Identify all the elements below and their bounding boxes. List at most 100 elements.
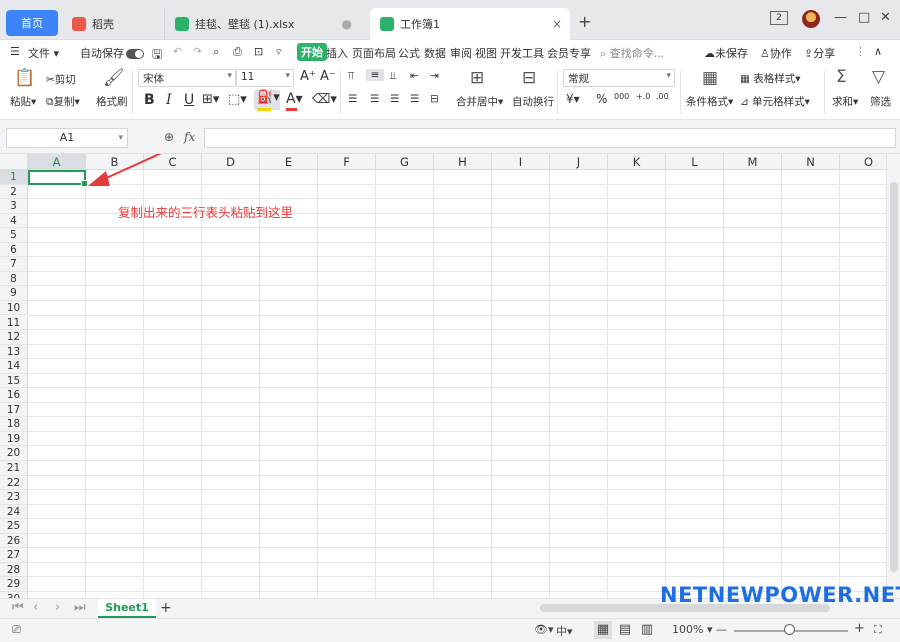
tab-dot-icon[interactable]: ● <box>342 17 352 31</box>
align-left-icon[interactable]: ☰ <box>348 93 357 105</box>
command-search[interactable]: ⌕ 查找命令... <box>600 45 664 61</box>
eraser-icon[interactable]: ⌫▾ <box>312 92 337 107</box>
autosave-toggle[interactable]: 自动保存 <box>80 45 144 61</box>
tab-docer[interactable]: 稻壳 <box>62 8 162 40</box>
paste-button[interactable]: 粘贴▾ <box>10 94 36 109</box>
merge-icon[interactable]: ⊞ <box>470 68 484 88</box>
indent-increase-icon[interactable]: ⇥ <box>430 70 439 82</box>
sum-button[interactable]: 求和▾ <box>832 94 858 109</box>
merge-center-button[interactable]: 合并居中▾ <box>456 94 503 109</box>
font-color-button[interactable]: A▾ <box>286 91 303 107</box>
prev-sheet-icon[interactable]: ‹ <box>33 600 38 615</box>
thousands-button[interactable]: 000 <box>614 92 629 101</box>
filter-button[interactable]: 筛选 <box>870 94 891 109</box>
menu-page-layout[interactable]: 页面布局 <box>352 45 396 61</box>
menu-view[interactable]: 视图 <box>475 45 497 61</box>
spreadsheet-grid[interactable]: A B C D E F G H I J K L M N O 1 2 3 4 5 6 7 8 9 10 11 12 13 14 15 16 17… <box>0 154 886 598</box>
hamburger-icon[interactable]: ☰ <box>10 45 20 58</box>
wrap-icon[interactable]: ⊟ <box>522 68 536 88</box>
align-top-icon[interactable]: ⫪ <box>348 70 354 83</box>
align-right-icon[interactable]: ☰ <box>390 93 399 105</box>
cell-style-button[interactable]: ⊿ 单元格样式▾ <box>740 94 810 109</box>
page-break-view-icon[interactable]: ▥ <box>638 621 656 639</box>
fx-icon[interactable]: fx <box>184 130 195 144</box>
indent-decrease-icon[interactable]: ⇤ <box>410 70 419 82</box>
new-tab-button[interactable]: + <box>578 12 591 31</box>
menu-insert[interactable]: 插入 <box>326 45 348 61</box>
menu-file[interactable]: 文件 ▾ <box>28 45 59 61</box>
increase-decimal-button[interactable]: +.0 <box>636 92 650 101</box>
eye-protection-icon[interactable]: 👁▾ <box>534 623 554 636</box>
conditional-format-button[interactable]: 条件格式▾ <box>686 94 733 109</box>
formula-input[interactable] <box>204 128 896 148</box>
save-icon[interactable]: 🖫 <box>152 45 162 66</box>
align-bottom-icon[interactable]: ⫫ <box>390 70 396 83</box>
distributed-icon[interactable]: ⊟ <box>430 93 439 105</box>
tab-close-icon[interactable]: × <box>552 17 562 31</box>
more-quick-icon[interactable]: ▿ <box>276 45 282 58</box>
border-icon[interactable]: ⊞▾ <box>202 92 219 107</box>
normal-view-icon[interactable]: ▦ <box>594 621 612 639</box>
redo-icon[interactable]: ↷ <box>193 45 202 58</box>
wrap-text-button[interactable]: 自动换行 <box>512 94 554 109</box>
menu-data[interactable]: 数据 <box>424 45 446 61</box>
copy-button[interactable]: ⧉复制▾ <box>46 94 80 109</box>
window-count-badge[interactable]: 2 <box>770 11 788 25</box>
bold-button[interactable]: B <box>144 92 155 108</box>
minimize-button[interactable]: — <box>834 10 847 25</box>
menu-member[interactable]: 会员专享 <box>547 45 591 61</box>
decrease-font-icon[interactable]: A⁻ <box>320 69 336 84</box>
font-name-select[interactable]: 宋体 <box>138 69 236 87</box>
format-icon[interactable]: ⌕ <box>213 45 219 59</box>
preview-icon[interactable]: ⊡ <box>254 45 263 58</box>
percent-button[interactable]: % <box>596 92 607 106</box>
format-painter-button[interactable]: 格式刷 <box>96 94 128 109</box>
macro-icon[interactable]: ⎚ <box>12 623 21 637</box>
tab-workbook1[interactable]: 工作簿1 × <box>370 8 570 40</box>
table-style-button[interactable]: ▦ 表格样式▾ <box>740 71 801 86</box>
zoom-in-button[interactable]: + <box>854 621 865 636</box>
align-middle-icon[interactable]: ≡ <box>366 69 384 81</box>
page-layout-view-icon[interactable]: ▤ <box>616 621 634 639</box>
align-center-icon[interactable]: ☰ <box>370 93 379 105</box>
collab-button[interactable]: ♙协作 <box>760 45 792 61</box>
more-icon[interactable]: ⋮ <box>855 45 866 58</box>
undo-icon[interactable]: ↶ <box>173 45 182 58</box>
menu-home[interactable]: 开始 <box>297 43 327 61</box>
tab-home[interactable]: 首页 <box>6 10 58 36</box>
underline-button[interactable]: U <box>184 92 194 108</box>
fullscreen-icon[interactable]: ⛶ <box>874 623 882 637</box>
sheet-tab-sheet1[interactable]: Sheet1 <box>98 599 156 618</box>
close-button[interactable]: ✕ <box>880 10 891 25</box>
input-method-icon[interactable]: 中▾ <box>556 623 573 639</box>
brush-icon[interactable]: 🖌 <box>103 68 125 88</box>
collapse-ribbon-icon[interactable]: ∧ <box>874 45 882 58</box>
restore-button[interactable]: □ <box>858 10 870 25</box>
zoom-out-button[interactable]: — <box>716 623 727 636</box>
font-size-select[interactable]: 11 <box>236 69 294 87</box>
share-button[interactable]: ⇪分享 <box>804 45 835 61</box>
vertical-scrollbar[interactable] <box>886 154 900 598</box>
first-sheet-icon[interactable]: ⏮ <box>12 600 24 615</box>
name-box[interactable]: A1 <box>6 128 128 148</box>
currency-button[interactable]: ¥▾ <box>566 92 580 106</box>
toggle-switch-icon[interactable] <box>126 49 144 59</box>
vertical-scroll-thumb[interactable] <box>890 182 898 572</box>
zoom-slider-knob[interactable] <box>784 624 795 635</box>
conditional-format-icon[interactable]: ▦ <box>702 68 718 88</box>
number-format-select[interactable]: 常规 <box>563 69 675 87</box>
print-icon[interactable]: ⎙ <box>233 45 242 59</box>
cut-button[interactable]: ✂剪切 <box>46 72 76 87</box>
menu-review[interactable]: 审阅 <box>450 45 472 61</box>
menu-formula[interactable]: 公式 <box>398 45 420 61</box>
cell-fill-icon[interactable]: ⬚▾ <box>228 92 247 107</box>
zoom-formula-icon[interactable]: ⊕ <box>164 130 174 144</box>
unsaved-status[interactable]: ☁未保存 <box>704 45 748 61</box>
avatar[interactable] <box>802 10 820 28</box>
decrease-decimal-button[interactable]: .00 <box>656 92 669 101</box>
justify-icon[interactable]: ☰ <box>410 93 419 105</box>
menu-developer[interactable]: 开发工具 <box>500 45 544 61</box>
zoom-level[interactable]: 100% ▾ <box>672 623 712 636</box>
italic-button[interactable]: I <box>166 92 172 108</box>
sum-icon[interactable]: Σ <box>836 67 847 87</box>
